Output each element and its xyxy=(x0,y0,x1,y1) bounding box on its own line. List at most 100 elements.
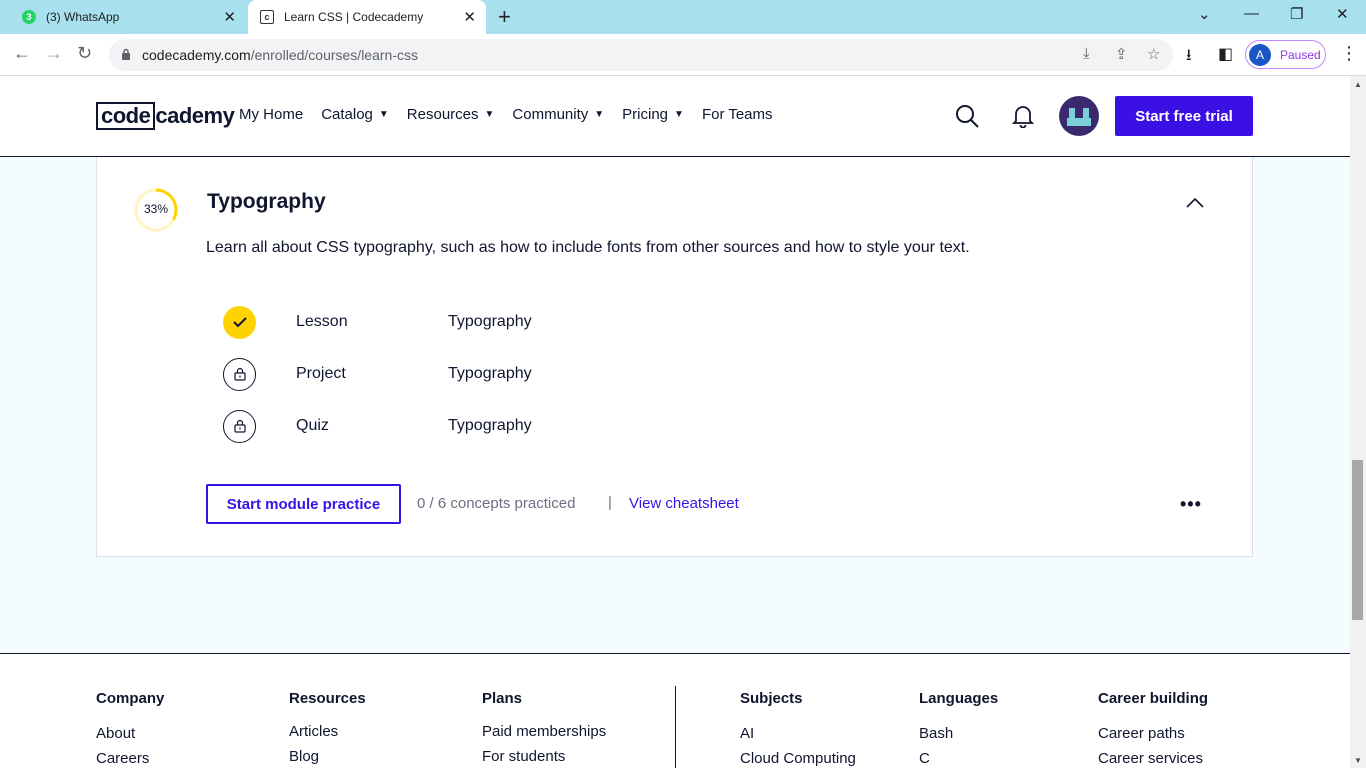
item-type: Project xyxy=(296,365,346,382)
footer-link[interactable]: Articles xyxy=(289,723,366,740)
nav-community[interactable]: Community ▼ xyxy=(512,106,604,123)
module-description: Learn all about CSS typography, such as … xyxy=(206,239,970,256)
downloads-icon[interactable]: ⭳ xyxy=(1186,44,1192,71)
nav-my-home[interactable]: My Home xyxy=(239,106,303,123)
module-item-lesson[interactable]: Lesson Typography xyxy=(223,305,532,339)
scroll-up-arrow-icon[interactable]: ▲ xyxy=(1354,80,1362,89)
view-cheatsheet-link[interactable]: View cheatsheet xyxy=(629,495,739,512)
footer-link[interactable]: C xyxy=(919,750,998,767)
close-tab-icon[interactable]: ✕ xyxy=(463,8,476,26)
user-avatar[interactable] xyxy=(1059,96,1099,136)
logo-code: code xyxy=(96,102,156,130)
avatar-graphic xyxy=(1067,108,1091,126)
caret-down-icon: ▼ xyxy=(594,109,605,120)
url-text: codecademy.com/enrolled/courses/learn-cs… xyxy=(142,47,418,63)
footer-link[interactable]: AI xyxy=(740,725,856,742)
check-icon xyxy=(223,305,256,339)
footer-heading: Languages xyxy=(919,690,999,707)
caret-down-icon: ▼ xyxy=(674,109,684,120)
footer-link[interactable]: Blog xyxy=(289,748,366,765)
browser-menu-icon[interactable]: ⋮ xyxy=(1340,43,1358,64)
tab-title: Learn CSS | Codecademy xyxy=(284,10,424,24)
site-footer: Company About Careers Resources Articles… xyxy=(0,653,1350,768)
tab-search-chevron-icon[interactable]: ⌄ xyxy=(1198,5,1211,23)
item-type: Lesson xyxy=(296,313,348,330)
footer-link[interactable]: Career services xyxy=(1098,750,1208,767)
browser-tab-strip: 3 (3) WhatsApp ✕ c Learn CSS | Codecadem… xyxy=(0,0,1366,34)
caret-down-icon: ▼ xyxy=(378,109,389,120)
item-type: Quiz xyxy=(296,417,329,434)
footer-link[interactable]: Career paths xyxy=(1098,725,1208,742)
tab-codecademy[interactable]: c Learn CSS | Codecademy ✕ xyxy=(248,0,486,34)
tab-title: (3) WhatsApp xyxy=(46,10,120,24)
footer-column-career-building: Career building Career paths Career serv… xyxy=(1098,690,1208,768)
lock-icon xyxy=(223,409,256,443)
footer-divider xyxy=(675,686,676,768)
profile-button[interactable]: A Paused xyxy=(1245,40,1326,69)
separator: | xyxy=(608,494,612,511)
progress-percent: 33% xyxy=(143,202,169,216)
caret-down-icon: ▼ xyxy=(484,109,495,120)
footer-heading: Resources xyxy=(289,690,366,707)
tab-whatsapp[interactable]: 3 (3) WhatsApp ✕ xyxy=(8,0,246,34)
footer-link[interactable]: Bash xyxy=(919,725,998,742)
module-card: 33% Typography Learn all about CSS typog… xyxy=(96,157,1253,557)
nav-for-teams[interactable]: For Teams xyxy=(702,106,773,123)
concepts-practiced: 0 / 6 concepts practiced xyxy=(417,495,576,512)
main-nav: My Home Catalog ▼ Resources ▼ Community ▼ P… xyxy=(239,106,791,123)
nav-pricing[interactable]: Pricing ▼ xyxy=(622,106,684,123)
codecademy-logo[interactable]: code cademy xyxy=(96,101,235,131)
site-header: code cademy My Home Catalog ▼ Resources ▼ C… xyxy=(0,76,1350,157)
restore-icon[interactable]: ❐ xyxy=(1290,5,1303,23)
footer-link[interactable]: About xyxy=(96,725,164,742)
footer-link[interactable]: Cloud Computing xyxy=(740,750,856,767)
bookmark-star-icon[interactable]: ☆ xyxy=(1147,45,1160,63)
nav-label: Community xyxy=(512,106,589,123)
back-icon[interactable]: ← xyxy=(13,43,31,64)
footer-column-company: Company About Careers xyxy=(96,690,164,768)
footer-link[interactable]: Paid memberships xyxy=(482,723,606,740)
footer-heading: Career building xyxy=(1098,690,1209,707)
profile-avatar: A xyxy=(1249,43,1271,66)
footer-heading: Subjects xyxy=(740,690,803,707)
more-options-icon[interactable]: ••• xyxy=(1180,494,1202,515)
footer-column-languages: Languages Bash C xyxy=(919,690,998,768)
share-icon[interactable]: ⇪ xyxy=(1115,45,1128,63)
reload-icon[interactable]: ↻ xyxy=(77,43,92,64)
notification-bell-icon[interactable] xyxy=(1012,104,1034,128)
install-app-icon[interactable]: ⤓ xyxy=(1083,45,1090,62)
module-item-quiz[interactable]: Quiz Typography xyxy=(223,409,532,443)
logo-cademy: cademy xyxy=(155,103,235,128)
nav-catalog[interactable]: Catalog ▼ xyxy=(321,106,389,123)
side-panel-icon[interactable]: ◧ xyxy=(1218,44,1233,64)
item-name: Typography xyxy=(448,313,532,330)
chevron-up-icon[interactable] xyxy=(1184,196,1206,210)
footer-link[interactable]: For students xyxy=(482,748,606,765)
footer-column-subjects: Subjects AI Cloud Computing xyxy=(740,690,856,768)
minimize-icon[interactable]: — xyxy=(1244,5,1259,22)
item-name: Typography xyxy=(448,417,532,434)
scrollbar-thumb[interactable] xyxy=(1352,460,1363,620)
item-name: Typography xyxy=(448,365,532,382)
lock-icon xyxy=(223,357,256,391)
page-scrollbar[interactable] xyxy=(1350,76,1366,768)
footer-column-resources: Resources Articles Blog xyxy=(289,690,366,768)
forward-icon[interactable]: → xyxy=(45,43,63,64)
start-free-trial-button[interactable]: Start free trial xyxy=(1115,96,1253,136)
start-module-practice-button[interactable]: Start module practice xyxy=(206,484,401,524)
browser-toolbar: ← → ↻ codecademy.com/enrolled/courses/le… xyxy=(0,34,1366,76)
whatsapp-favicon-icon: 3 xyxy=(22,10,36,24)
footer-heading: Plans xyxy=(482,690,523,707)
search-icon[interactable] xyxy=(955,104,979,128)
nav-resources[interactable]: Resources ▼ xyxy=(407,106,495,123)
scroll-down-arrow-icon[interactable]: ▼ xyxy=(1354,756,1362,765)
footer-link[interactable]: Careers xyxy=(96,750,164,767)
footer-heading: Company xyxy=(96,690,165,707)
module-title: Typography xyxy=(207,190,326,213)
close-tab-icon[interactable]: ✕ xyxy=(223,8,236,26)
address-bar[interactable]: codecademy.com/enrolled/courses/learn-cs… xyxy=(109,39,1173,71)
new-tab-icon[interactable]: + xyxy=(498,4,511,30)
nav-label: Resources xyxy=(406,106,479,123)
module-item-project[interactable]: Project Typography xyxy=(223,357,532,391)
close-window-icon[interactable]: ✕ xyxy=(1336,5,1349,23)
